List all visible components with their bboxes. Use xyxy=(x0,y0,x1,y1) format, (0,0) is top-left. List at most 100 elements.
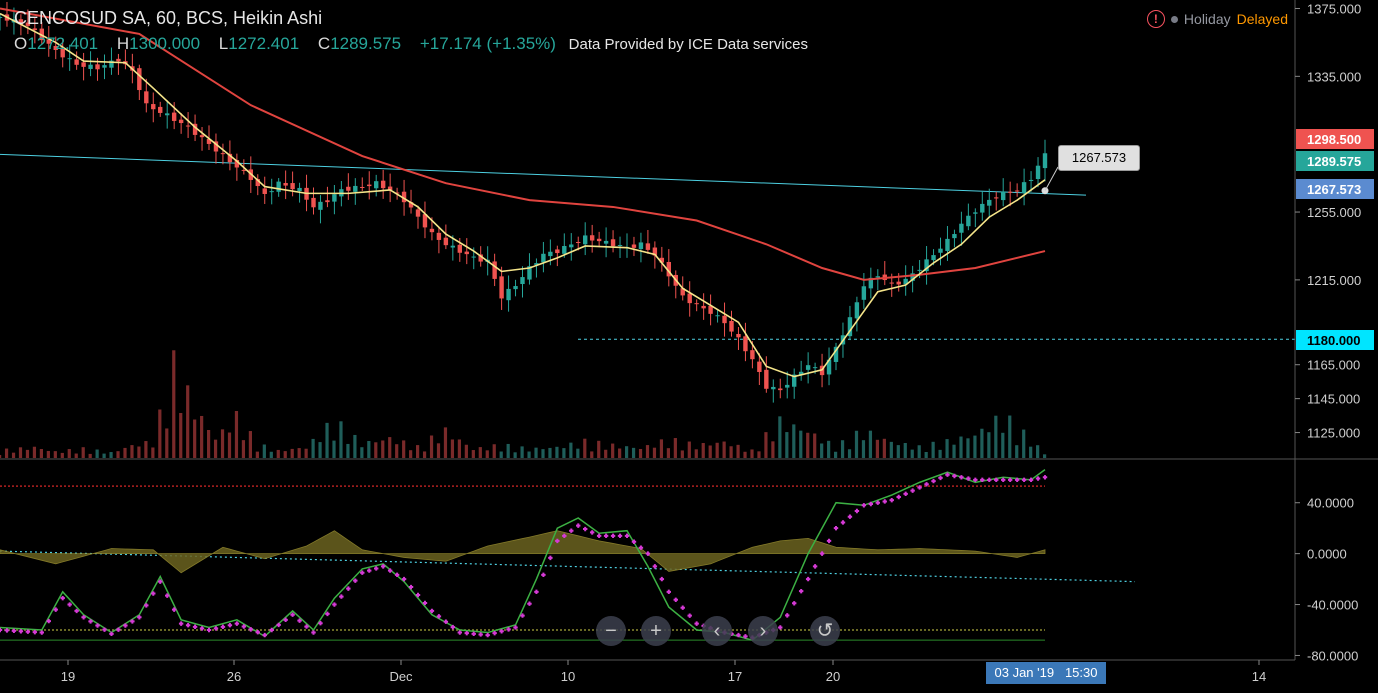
volume-bar xyxy=(534,447,538,458)
volume-bar xyxy=(771,441,775,458)
candle-body xyxy=(165,113,170,116)
reset-chart-button[interactable]: ↺ xyxy=(810,616,840,646)
stoch-d-point xyxy=(833,525,839,531)
stoch-d-point xyxy=(847,514,853,519)
scroll-back-button[interactable]: ‹ xyxy=(702,616,732,646)
candle-body xyxy=(896,281,901,285)
stoch-d-point xyxy=(798,588,804,594)
volume-bar xyxy=(269,451,273,458)
crosshair-tooltip: 1267.573 xyxy=(1058,145,1140,171)
volume-bar xyxy=(213,439,218,458)
candle-body xyxy=(569,244,574,248)
volume-bar xyxy=(562,448,566,458)
volume-bar xyxy=(1036,445,1040,458)
volume-bar xyxy=(583,438,587,458)
candle-body xyxy=(994,197,999,199)
market-status: ! Holiday Delayed xyxy=(1146,10,1288,28)
volume-bar xyxy=(81,447,85,458)
crosshair-date: 03 Jan '19 xyxy=(994,665,1055,680)
scroll-forward-button[interactable]: › xyxy=(748,616,778,646)
volume-bar xyxy=(200,415,204,458)
candle-body xyxy=(645,243,651,250)
candle-body xyxy=(1007,191,1013,193)
volume-bar xyxy=(158,409,162,458)
volume-bar xyxy=(457,439,461,458)
volume-bar xyxy=(694,449,698,458)
symbol-legend[interactable]: CENCOSUD SA, 60, BCS, Heikin Ashi xyxy=(14,8,322,29)
zoom-in-button[interactable]: + xyxy=(641,616,671,646)
volume-bar xyxy=(597,440,601,458)
volume-bar xyxy=(485,450,489,458)
zoom-out-button[interactable]: − xyxy=(596,616,626,646)
volume-bar xyxy=(311,438,315,458)
volume-bar xyxy=(618,448,622,458)
volume-bar xyxy=(687,441,691,458)
price-chart[interactable]: 1375.000 1335.000 1255.000 1215.000 1165.000… xyxy=(0,0,1378,688)
candle-body xyxy=(694,303,699,305)
candle-body xyxy=(1042,153,1048,169)
candle-body xyxy=(617,244,623,246)
stoch-d-point xyxy=(1042,475,1048,480)
stoch-d-point xyxy=(896,494,901,500)
stoch-d-point xyxy=(185,623,191,628)
volume-bar xyxy=(46,450,50,458)
stoch-d-point xyxy=(659,576,665,582)
volume-bar xyxy=(492,444,496,458)
volume-bar xyxy=(764,432,768,458)
candle-body xyxy=(241,169,247,171)
stoch-d-point xyxy=(527,601,532,606)
ohlc-readout: O1272.401 H1300.000 L1272.401 C1289.575 … xyxy=(14,34,808,54)
volume-bar xyxy=(987,432,991,458)
candle-body xyxy=(555,249,560,254)
delayed-label[interactable]: Delayed xyxy=(1237,11,1288,27)
volume-bar xyxy=(1022,429,1026,458)
stoch-d-point xyxy=(67,602,72,607)
symbol-title[interactable]: CENCOSUD SA, 60, BCS, Heikin Ashi xyxy=(14,8,322,28)
stoch-d-point xyxy=(471,631,476,637)
stoch-d-point xyxy=(652,564,658,569)
stoch-d-point xyxy=(534,589,539,595)
volume-bar xyxy=(74,453,78,458)
candle-body xyxy=(457,244,462,253)
stoch-d-point xyxy=(60,595,65,601)
volume-bar xyxy=(548,447,552,458)
volume-bar xyxy=(896,445,900,458)
stoch-d-point xyxy=(910,488,915,493)
volume-bar xyxy=(590,451,594,458)
stoch-d-point xyxy=(576,523,581,528)
volume-bar xyxy=(25,449,30,458)
warning-icon[interactable]: ! xyxy=(1146,10,1165,28)
volume-bar xyxy=(374,442,378,458)
volume-bar xyxy=(116,451,120,458)
volume-bar xyxy=(471,450,475,458)
volume-bar xyxy=(966,438,970,458)
stoch-d-point xyxy=(353,578,358,583)
volume-bar xyxy=(290,448,294,458)
stoch-d-point xyxy=(812,564,818,569)
volume-bar xyxy=(248,431,252,458)
oscillator-histogram xyxy=(0,530,1046,574)
volume-bar xyxy=(917,445,921,458)
candle-body xyxy=(297,187,302,192)
volume-bar xyxy=(868,430,873,458)
price-tick-label: 1375.000 xyxy=(1307,1,1361,16)
oscillator-tick-label: 40.0000 xyxy=(1307,496,1354,511)
candle-body xyxy=(332,194,337,202)
candle-body xyxy=(603,240,609,244)
stoch-d-point xyxy=(206,627,212,633)
candle-body xyxy=(450,245,456,248)
volume-bar xyxy=(499,451,503,458)
candle-body xyxy=(576,241,581,243)
stoch-d-point xyxy=(840,520,846,525)
stoch-d-point xyxy=(262,632,267,638)
candle-body xyxy=(596,238,602,242)
stoch-d-point xyxy=(311,630,316,635)
volume-bar xyxy=(60,452,64,458)
price-label: 1267.573 xyxy=(1307,182,1361,197)
chart-stage[interactable]: 1375.000 1335.000 1255.000 1215.000 1165.000… xyxy=(0,0,1378,688)
candle-body xyxy=(311,197,316,208)
stoch-d-point xyxy=(792,601,797,606)
volume-bar xyxy=(1029,446,1033,458)
stoch-d-point xyxy=(18,629,24,634)
volume-bar xyxy=(367,441,371,458)
